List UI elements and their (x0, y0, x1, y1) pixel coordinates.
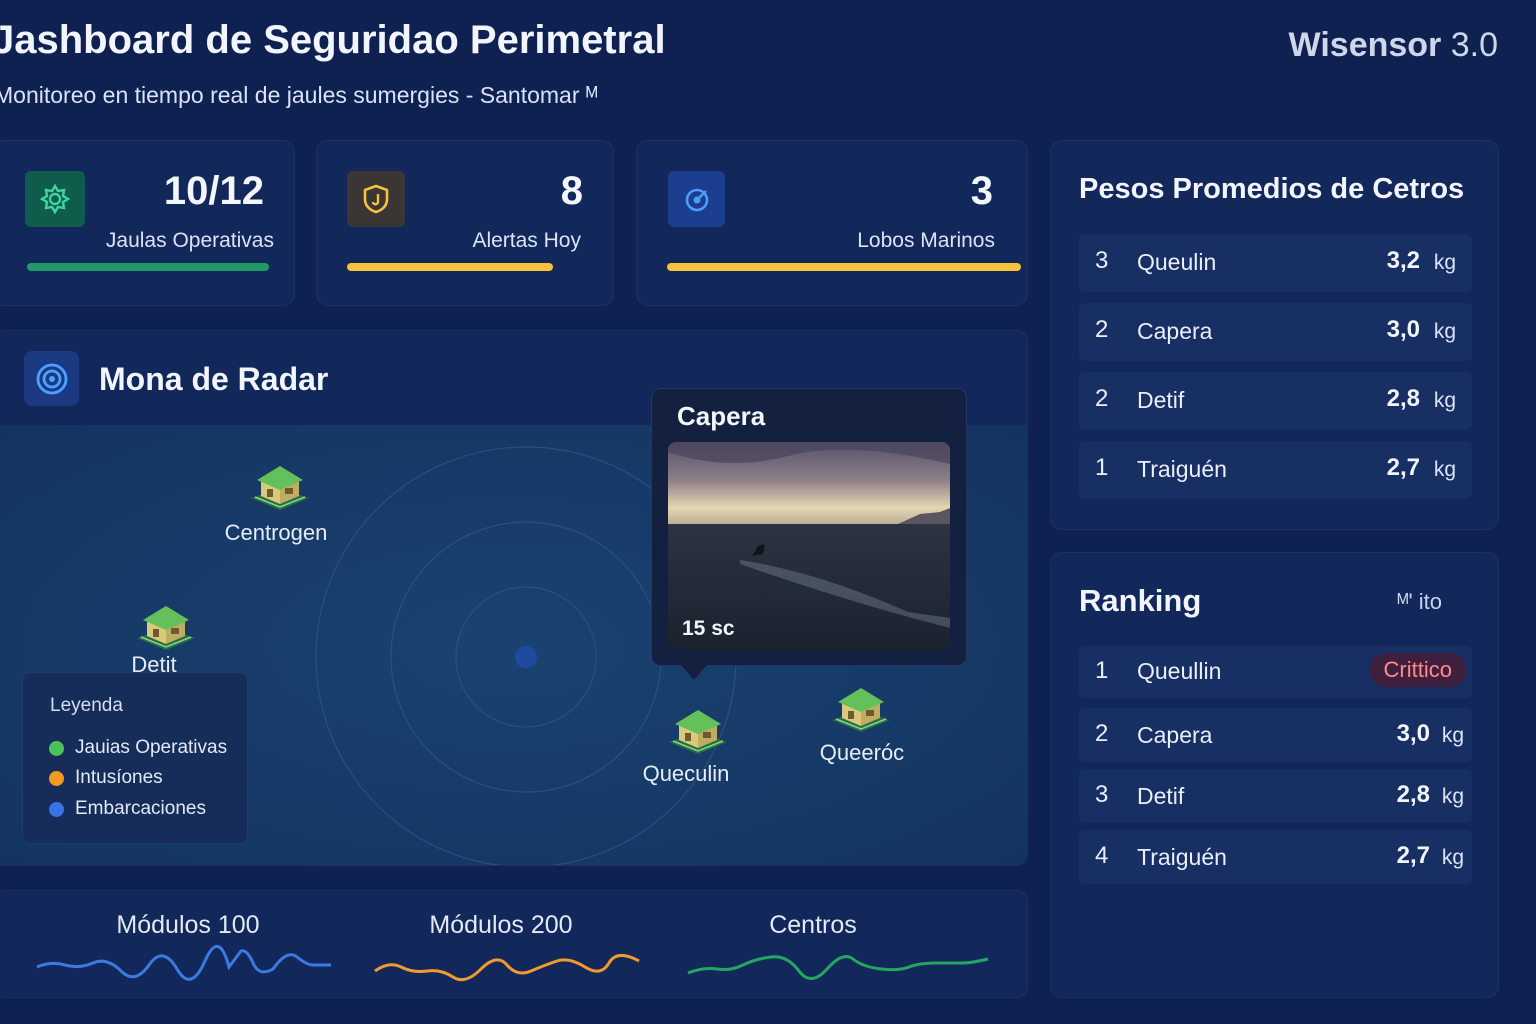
progress-bar (27, 263, 269, 271)
center-name: Detif (1137, 387, 1185, 413)
rank-number: 4 (1095, 842, 1109, 869)
popup-pointer (680, 664, 708, 680)
stat-card-alertas[interactable]: 8 Alertas Hoy (316, 140, 614, 306)
popup-title: Capera (677, 401, 766, 431)
legend-dot (49, 740, 64, 756)
weight-value: 2,7 (1396, 842, 1430, 869)
page-subtitle: Monitoreo en tiempo real de jaules sumer… (0, 82, 598, 108)
sparkline-modulos-200 (374, 954, 640, 982)
cage-icon (832, 688, 890, 732)
rank-number: 2 (1095, 720, 1109, 747)
progress-bar (347, 263, 553, 271)
ranking-panel-title: Ranking (1079, 583, 1202, 618)
marker-label: Centrogen (224, 520, 328, 545)
weight-value: 2,8 (1386, 385, 1420, 412)
weight-value: 2,7 (1386, 454, 1420, 481)
sparkline-chart (36, 945, 989, 982)
weight-unit: kg (1441, 785, 1464, 808)
center-name: Queullin (1137, 658, 1222, 684)
list-item[interactable]: 1 Queullin Crittico (1079, 646, 1472, 698)
weights-panel: Pesos Promedios de Cetros 3 Queulin 3,2 … (1050, 140, 1499, 530)
center-name: Traiguén (1137, 456, 1227, 482)
cage-icon (251, 466, 309, 510)
rank-number: 1 (1095, 454, 1109, 481)
list-item[interactable]: 3 Detif 2,8 kg (1079, 769, 1472, 823)
radar-title: Mona de Radar (99, 361, 329, 397)
page-title: Jashboard de Seguridao Perimetral (0, 18, 666, 62)
center-name: Capera (1137, 722, 1213, 748)
target-icon (24, 351, 79, 406)
legend-dot (49, 801, 64, 817)
map-legend: Leyenda Jauias Operativas Intusíones Emb… (22, 672, 248, 844)
stat-label: Jaulas Operativas (105, 229, 274, 252)
brand-name: Wisensor (1288, 26, 1442, 64)
rank-number: 2 (1095, 385, 1109, 412)
weight-unit: kg (1441, 724, 1464, 747)
list-item[interactable]: 1 Traiguén 2,7 kg (1079, 441, 1472, 499)
popup-timestamp: 15 sc (682, 617, 735, 640)
rank-number: 1 (1095, 657, 1109, 684)
center-name: Detif (1137, 783, 1185, 809)
legend-label: Intusíones (75, 767, 163, 788)
legend-item: Intusíones (49, 767, 163, 789)
weight-value: 2,8 (1396, 781, 1430, 808)
weight-unit: kg (1441, 846, 1464, 869)
radar-sweep-icon (668, 171, 725, 227)
weight-value: 3,0 (1396, 720, 1430, 747)
cage-icon (669, 710, 727, 754)
stat-label: Lobos Marinos (857, 229, 995, 252)
sparkline-centros (687, 955, 989, 980)
legend-item: Jauias Operativas (49, 737, 227, 759)
ranking-panel: Ranking ᴹ' ito 1 Queullin Crittico 2 Cap… (1050, 552, 1499, 998)
gear-icon (25, 171, 85, 227)
stat-value: 3 (970, 169, 993, 213)
cage-marker-queeroc[interactable] (828, 684, 894, 739)
list-item[interactable]: 2 Capera 3,0 kg (1079, 708, 1472, 762)
cage-marker-centrogen[interactable] (247, 462, 313, 517)
weight-unit: kg (1433, 320, 1456, 343)
legend-label: Jauias Operativas (75, 737, 228, 758)
list-item[interactable]: 2 Capera 3,0 kg (1079, 303, 1472, 361)
center-name: Queulin (1137, 249, 1217, 275)
list-item[interactable]: 2 Detif 2,8 kg (1079, 372, 1472, 430)
center-name: Traiguén (1137, 844, 1227, 870)
stat-value: 10/12 (163, 169, 264, 213)
rank-number: 3 (1095, 781, 1109, 808)
weight-value: 3,2 (1386, 247, 1420, 274)
weight-unit: kg (1433, 389, 1456, 412)
radar-center-dot (515, 646, 537, 668)
sparkline-card: Módulos 100 Módulos 200 Centros (0, 890, 1028, 998)
legend-title: Leyenda (50, 695, 123, 716)
stat-label: Alertas Hoy (472, 229, 581, 252)
legend-item: Embarcaciones (49, 798, 206, 820)
stat-card-lobos[interactable]: 3 Lobos Marinos (636, 140, 1028, 306)
shield-alert-icon (347, 171, 405, 227)
legend-dot (49, 770, 64, 786)
weight-unit: kg (1433, 251, 1456, 274)
legend-label: Embarcaciones (75, 798, 206, 819)
marker-label: Queculin (642, 761, 730, 786)
brand-version: 3.0 (1450, 26, 1498, 64)
weights-panel-title: Pesos Promedios de Cetros (1079, 173, 1465, 205)
list-item[interactable]: 4 Traiguén 2,7 kg (1079, 830, 1472, 884)
list-item[interactable]: 3 Queulin 3,2 kg (1079, 234, 1472, 292)
weight-unit: kg (1433, 458, 1456, 481)
status-badge: Crittico (1369, 653, 1466, 687)
rank-number: 2 (1095, 316, 1109, 343)
center-name: Capera (1137, 318, 1213, 344)
cage-icon (137, 606, 195, 650)
cage-marker-queculin[interactable] (665, 706, 731, 761)
progress-bar (667, 263, 1021, 271)
marker-label: Queeróc (819, 740, 905, 765)
sparkline-modulos-100 (36, 945, 331, 981)
rank-number: 3 (1095, 247, 1109, 274)
sort-control[interactable]: ᴹ' ito (1397, 589, 1442, 615)
camera-popup[interactable]: Capera 15 sc (651, 388, 967, 666)
stat-card-jaulas[interactable]: 10/12 Jaulas Operativas (0, 140, 295, 306)
cage-marker-detit[interactable] (133, 602, 199, 657)
weight-value: 3,0 (1386, 316, 1420, 343)
stat-value: 8 (560, 169, 583, 213)
brand-logo: Wisensor 3.0 (1289, 26, 1498, 65)
